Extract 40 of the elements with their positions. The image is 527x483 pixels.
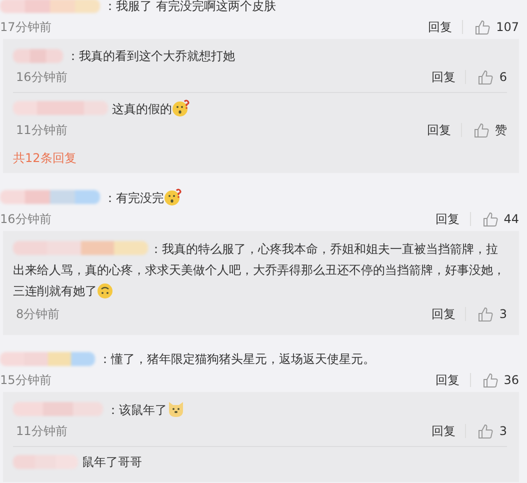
thumbs-up-icon[interactable]: [478, 424, 494, 438]
comment-text: ：我服了 有完没完啊这两个皮肤: [104, 0, 276, 15]
reply-link[interactable]: 回复: [427, 122, 451, 138]
reply-link[interactable]: 回复: [428, 18, 452, 36]
like-count: 6: [499, 70, 507, 84]
thumbs-up-icon[interactable]: [475, 20, 490, 34]
reply-link[interactable]: 回复: [436, 210, 460, 228]
thumbs-up-icon[interactable]: [482, 372, 498, 388]
timestamp: 16分钟前: [0, 210, 52, 228]
timestamp: 8分钟前: [16, 306, 61, 322]
timestamp: 15分钟前: [0, 372, 52, 388]
comment-text: 鼠年了哥哥: [82, 454, 142, 471]
thumbs-up-icon[interactable]: [482, 212, 498, 226]
dog-face-icon: [167, 400, 185, 418]
reply-link[interactable]: 回复: [431, 68, 456, 86]
comment-text: ：该鼠年了: [107, 400, 185, 419]
comment-text: ：我真的看到这个大乔就想打她: [67, 48, 235, 65]
thumbs-up-icon[interactable]: [474, 122, 489, 138]
like-count: 107: [496, 20, 519, 34]
comment-text: ：懂了，猪年限定猫狗猪头星元，返场返天使星元。: [99, 351, 375, 368]
timestamp: 11分钟前: [16, 122, 68, 138]
like-count: 44: [504, 212, 519, 226]
blurred-username: [13, 49, 63, 63]
reply-link[interactable]: 回复: [431, 422, 456, 440]
timestamp: 11分钟前: [16, 422, 68, 440]
like-count: 赞: [495, 122, 507, 138]
timestamp: 17分钟前: [0, 18, 52, 36]
like-count: 3: [499, 424, 507, 438]
upside-down-face-icon: [97, 283, 113, 299]
thumbs-up-icon[interactable]: [478, 70, 494, 84]
comment-text: 这真的假的: [112, 99, 190, 118]
reply-link[interactable]: 回复: [431, 306, 456, 322]
surprised-face-icon: [172, 99, 190, 117]
comment-text: ：有完没完: [104, 188, 182, 207]
thumbs-up-icon[interactable]: [478, 306, 494, 322]
reply-link[interactable]: 回复: [436, 372, 460, 388]
like-count: 3: [499, 307, 507, 321]
timestamp: 16分钟前: [16, 68, 68, 86]
surprised-face-icon: [164, 188, 182, 206]
like-count: 36: [504, 373, 519, 387]
